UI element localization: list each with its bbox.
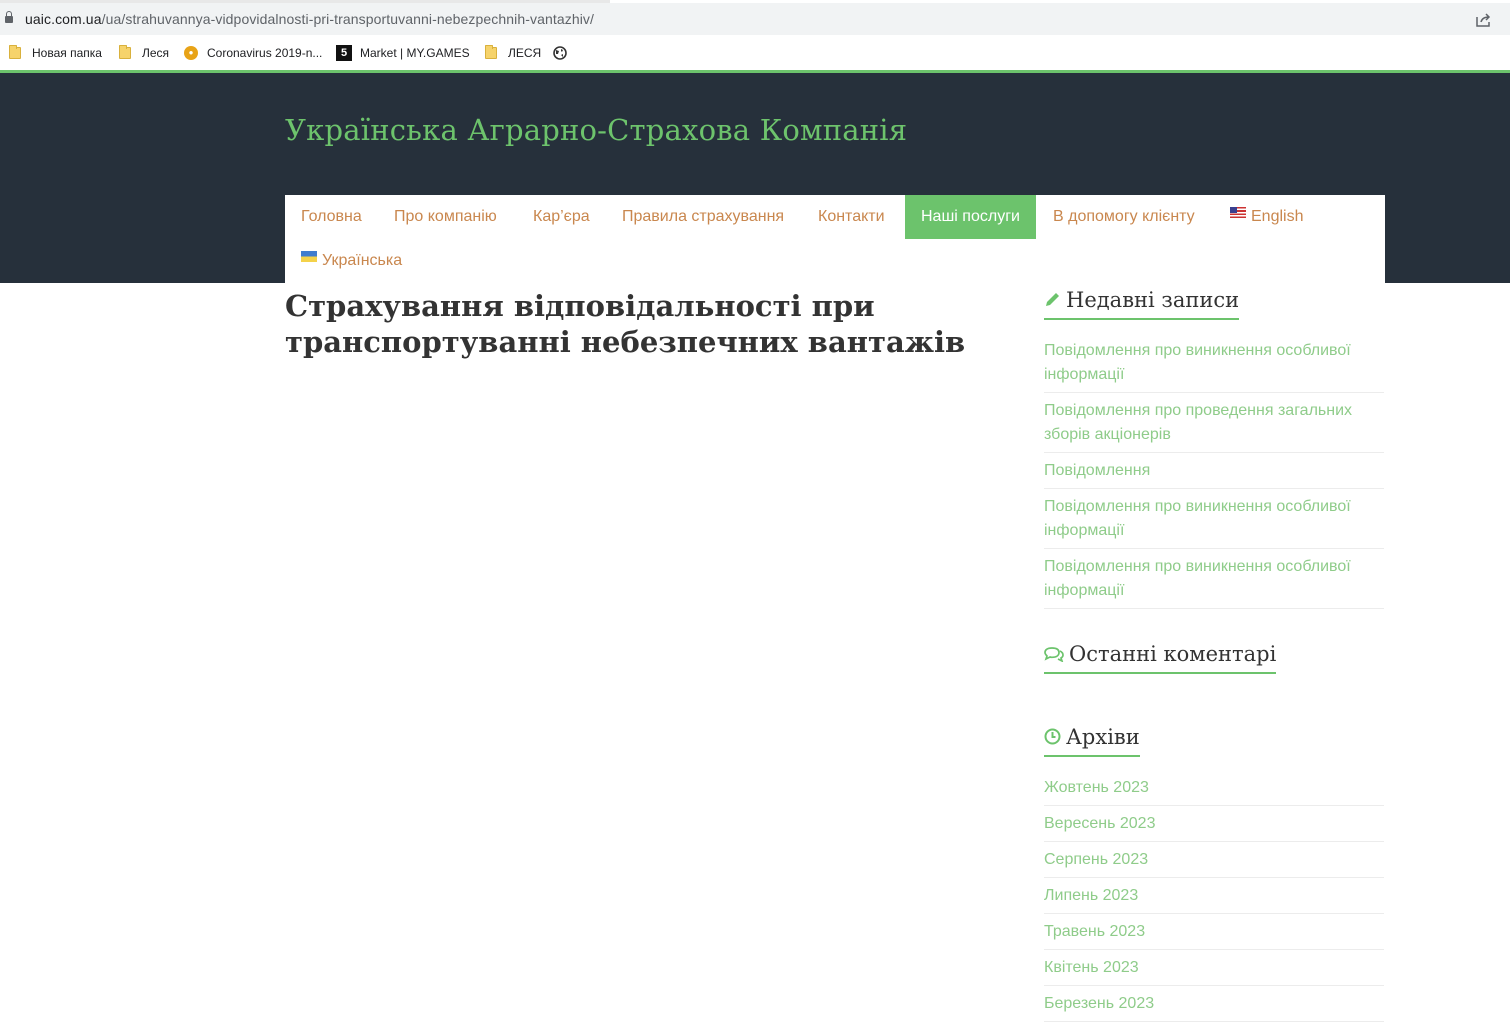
archive-link[interactable]: Серпень 2023: [1044, 842, 1384, 878]
ua-flag-icon: [301, 251, 317, 262]
share-icon[interactable]: [1476, 13, 1492, 27]
bookmark-nova-papka[interactable]: Новая папка: [9, 44, 102, 62]
bookmark-lesya-caps[interactable]: ЛЕСЯ: [485, 44, 541, 62]
bookmark-label: ЛЕСЯ: [508, 46, 542, 60]
recent-post-link[interactable]: Повідомлення про проведення загальних зб…: [1044, 393, 1384, 453]
main-navigation: Головна Про компанію Кар’єра Правила стр…: [285, 195, 1385, 283]
clock-icon: [1044, 728, 1061, 745]
bookmark-mygames[interactable]: 5 Market | MY.GAMES: [336, 44, 470, 62]
lock-icon[interactable]: [5, 11, 13, 24]
nav-item-client-help[interactable]: В допомогу клієнту: [1037, 195, 1211, 239]
site-header: Українська Аграрно-Страхова Компанія Гол…: [0, 73, 1510, 283]
folder-icon: [485, 45, 497, 59]
bookmark-globe[interactable]: [553, 44, 567, 62]
widget-archives-title: Архіви: [1044, 725, 1140, 757]
nav-item-contacts[interactable]: Контакти: [802, 195, 901, 239]
url-path: /ua/strahuvannya-vidpovidalnosti-pri-tra…: [101, 11, 595, 27]
archive-link[interactable]: Жовтень 2023: [1044, 770, 1384, 806]
nav-item-ukrainian[interactable]: Українська: [285, 239, 418, 283]
bookmark-coronavirus[interactable]: ● Coronavirus 2019-n...: [184, 44, 322, 62]
bookmark-label: Новая папка: [32, 46, 102, 60]
nav-item-home[interactable]: Головна: [285, 195, 378, 239]
url-domain: uaic.com.ua: [25, 11, 102, 27]
bookmark-label: Market | MY.GAMES: [360, 46, 470, 60]
url-text[interactable]: uaic.com.ua/ua/strahuvannya-vidpovidalno…: [25, 11, 594, 27]
nav-item-english[interactable]: English: [1214, 195, 1319, 239]
bookmark-label: Coronavirus 2019-n...: [207, 46, 323, 60]
nav-item-label: Українська: [322, 252, 403, 269]
archive-link[interactable]: Березень 2023: [1044, 986, 1384, 1022]
comments-icon: [1044, 647, 1064, 662]
widget-title-text: Останні коментарі: [1069, 642, 1277, 666]
archive-link[interactable]: Вересень 2023: [1044, 806, 1384, 842]
recent-post-link[interactable]: Повідомлення про виникнення особливої ін…: [1044, 333, 1384, 393]
recent-post-link[interactable]: Повідомлення про виникнення особливої ін…: [1044, 489, 1384, 549]
us-flag-icon: [1230, 207, 1246, 218]
nav-item-insurance-rules[interactable]: Правила страхування: [606, 195, 800, 239]
address-bar[interactable]: uaic.com.ua/ua/strahuvannya-vidpovidalno…: [0, 3, 1510, 35]
recent-post-link[interactable]: Повідомлення про виникнення особливої ін…: [1044, 549, 1384, 609]
archive-link[interactable]: Квітень 2023: [1044, 950, 1384, 986]
nav-item-label: English: [1251, 208, 1304, 225]
page-title: Страхування відповідальності при транспо…: [285, 289, 966, 359]
bookmarks-bar: Новая папка Леся ● Coronavirus 2019-n...…: [0, 35, 1510, 70]
pencil-icon: [1046, 293, 1059, 306]
nav-item-career[interactable]: Кар’єра: [517, 195, 606, 239]
widget-title-text: Архіви: [1066, 725, 1140, 749]
nav-item-about[interactable]: Про компанію: [378, 195, 513, 239]
bookmark-lesya[interactable]: Леся: [119, 44, 169, 62]
widget-recent-posts-title: Недавні записи: [1044, 288, 1240, 320]
archive-link[interactable]: Липень 2023: [1044, 878, 1384, 914]
archive-link[interactable]: Травень 2023: [1044, 914, 1384, 950]
widget-recent-comments-title: Останні коментарі: [1044, 642, 1277, 674]
coronavirus-icon: ●: [184, 46, 198, 60]
nav-item-services[interactable]: Наші послуги: [905, 195, 1036, 239]
recent-posts-list: Повідомлення про виникнення особливої ін…: [1044, 333, 1384, 609]
folder-icon: [9, 45, 21, 59]
bookmark-label: Леся: [142, 46, 170, 60]
archives-list: Жовтень 2023 Вересень 2023 Серпень 2023 …: [1044, 770, 1384, 1022]
mygames-icon: 5: [336, 45, 352, 61]
recent-post-link[interactable]: Повідомлення: [1044, 453, 1384, 489]
globe-icon: [553, 46, 567, 60]
widget-title-text: Недавні записи: [1066, 288, 1240, 312]
folder-icon: [119, 45, 131, 59]
site-title[interactable]: Українська Аграрно-Страхова Компанія: [285, 113, 907, 147]
